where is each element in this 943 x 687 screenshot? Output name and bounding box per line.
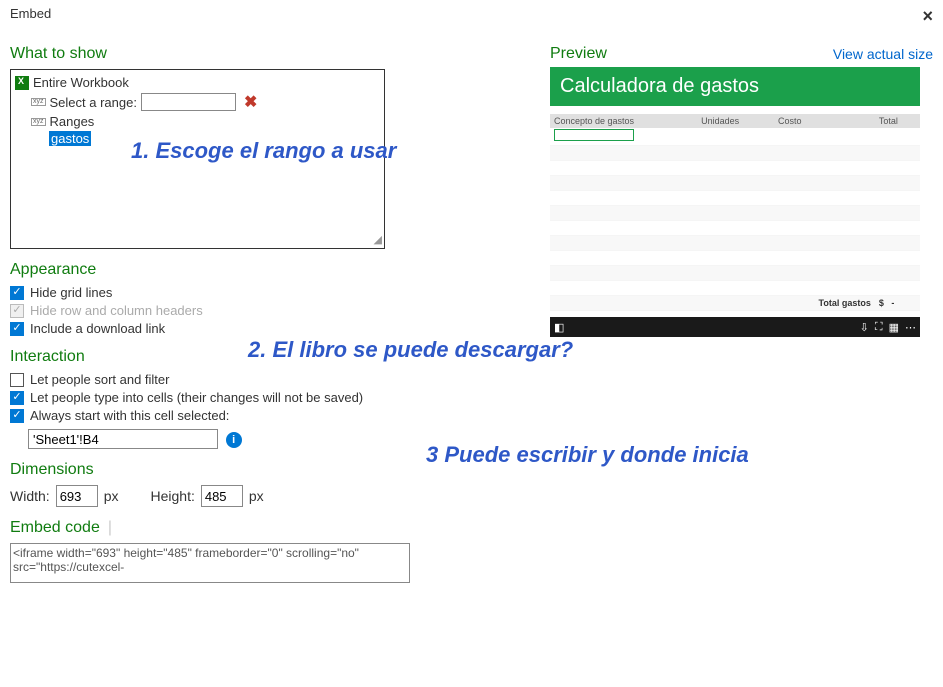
preview-pane: Calculadora de gastos Concepto de gastos… — [550, 67, 920, 337]
tree-node-select-range[interactable]: xyz Select a range: ✖ — [31, 91, 380, 113]
checkbox-type-cells[interactable] — [10, 391, 24, 405]
table-row — [550, 266, 920, 281]
fullscreen-icon[interactable]: ⛶ — [875, 321, 883, 334]
height-label: Height: — [150, 488, 194, 504]
info-icon[interactable]: i — [226, 432, 242, 448]
col-total: Total — [875, 114, 920, 128]
embed-code-textarea[interactable] — [10, 543, 410, 583]
section-what-to-show: What to show — [10, 45, 530, 63]
more-icon[interactable]: ⋯ — [905, 321, 916, 334]
label-start-cell: Always start with this cell selected: — [30, 408, 229, 423]
clear-range-icon[interactable]: ✖ — [244, 92, 257, 112]
range-input[interactable] — [141, 93, 236, 111]
tree-node-ranges[interactable]: xyz Ranges — [31, 113, 380, 130]
section-preview: Preview — [550, 45, 607, 63]
height-input[interactable] — [201, 485, 243, 507]
checkbox-hide-headers — [10, 304, 24, 318]
col-concepto: Concepto de gastos — [550, 114, 697, 128]
label-download-link: Include a download link — [30, 321, 165, 336]
table-row — [550, 251, 920, 266]
excel-icon — [15, 76, 29, 90]
ranges-label: Ranges — [50, 114, 95, 129]
preview-status-bar: ◧ ⇩ ⛶ ▦ ⋯ — [550, 317, 920, 337]
table-row — [550, 128, 920, 146]
total-row: Total gastos$ - — [550, 296, 920, 311]
label-hide-gridlines: Hide grid lines — [30, 285, 112, 300]
checkbox-start-cell[interactable] — [10, 409, 24, 423]
select-range-label: Select a range: — [50, 95, 137, 110]
table-row — [550, 191, 920, 206]
col-costo: Costo — [774, 114, 875, 128]
label-type-cells: Let people type into cells (their change… — [30, 390, 363, 405]
width-input[interactable] — [56, 485, 98, 507]
table-row — [550, 146, 920, 161]
resize-handle-icon[interactable]: ◢ — [374, 233, 382, 246]
excel-mini-icon: ◧ — [554, 321, 564, 334]
col-unidades: Unidades — [697, 114, 774, 128]
section-appearance: Appearance — [10, 261, 530, 279]
checkbox-hide-gridlines[interactable] — [10, 286, 24, 300]
section-embed-code: Embed code | — [10, 519, 530, 537]
table-row — [550, 236, 920, 251]
dialog-header: Embed × — [0, 0, 943, 33]
tree-node-workbook[interactable]: Entire Workbook — [15, 74, 380, 91]
table-row — [550, 221, 920, 236]
start-cell-input[interactable] — [28, 429, 218, 449]
height-unit: px — [249, 488, 264, 504]
selected-range[interactable]: gastos — [49, 131, 91, 146]
download-icon[interactable]: ⇩ — [860, 321, 869, 334]
annotation-2: 2. El libro se puede descargar? — [248, 337, 573, 363]
dialog-title: Embed — [10, 6, 51, 27]
tree-label: Entire Workbook — [33, 75, 129, 90]
preview-sheet-title: Calculadora de gastos — [550, 67, 920, 106]
close-icon[interactable]: × — [922, 6, 933, 27]
annotation-3: 3 Puede escribir y donde inicia — [426, 442, 749, 468]
table-row — [550, 161, 920, 176]
divider-icon: | — [108, 519, 112, 537]
table-row — [550, 176, 920, 191]
label-sort-filter: Let people sort and filter — [30, 372, 169, 387]
view-actual-size-link[interactable]: View actual size — [833, 46, 933, 62]
table-row — [550, 281, 920, 296]
checkbox-sort-filter[interactable] — [10, 373, 24, 387]
annotation-1: 1. Escoge el rango a usar — [131, 138, 396, 164]
range-icon: xyz — [31, 118, 46, 126]
preview-table: Concepto de gastos Unidades Costo Total — [550, 114, 920, 311]
width-label: Width: — [10, 488, 50, 504]
label-hide-headers: Hide row and column headers — [30, 303, 203, 318]
checkbox-download-link[interactable] — [10, 322, 24, 336]
grid-icon[interactable]: ▦ — [889, 321, 899, 334]
table-row — [550, 206, 920, 221]
active-cell[interactable] — [554, 129, 634, 141]
range-icon: xyz — [31, 98, 46, 106]
width-unit: px — [104, 488, 119, 504]
